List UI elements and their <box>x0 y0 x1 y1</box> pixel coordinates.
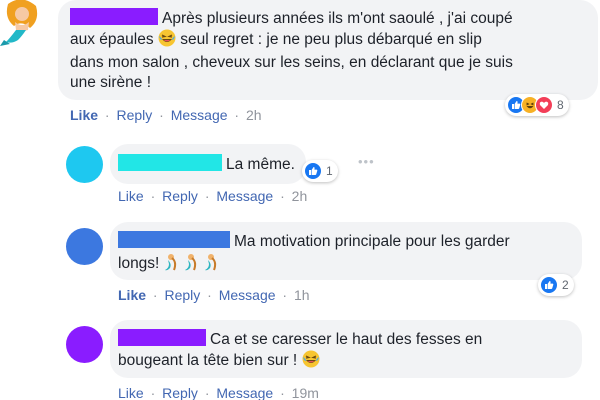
avatar[interactable] <box>66 228 103 265</box>
reply-link[interactable]: Reply <box>116 107 152 123</box>
separator: · <box>207 287 212 303</box>
comment-text-line: Après plusieurs années ils m'ont saoulé … <box>162 10 513 27</box>
comment-text-line: bougeant la tête bien sur ! <box>118 352 298 369</box>
separator: · <box>150 385 156 400</box>
message-link[interactable]: Message <box>171 107 228 123</box>
comment-text-line: Ca et se caresser le haut des fesses en <box>210 331 483 348</box>
comment-4: Ca et se caresser le haut des fesses en … <box>0 318 600 400</box>
comment-1: Après plusieurs années ils m'ont saoulé … <box>0 0 600 130</box>
laughing-emoji-icon <box>158 29 176 53</box>
reply-link[interactable]: Reply <box>162 188 198 204</box>
reply-link[interactable]: Reply <box>164 287 200 303</box>
redacted-name[interactable] <box>70 8 158 25</box>
separator: · <box>104 107 110 123</box>
reply-link[interactable]: Reply <box>162 385 198 400</box>
comment-actions: Like · Reply · Message · 19m <box>118 385 319 400</box>
separator: · <box>204 188 210 204</box>
reaction-summary[interactable]: 1 <box>302 160 338 182</box>
separator: · <box>150 188 156 204</box>
comment-actions: Like · Reply · Message · 2h <box>70 107 262 123</box>
timestamp[interactable]: 2h <box>246 107 262 123</box>
mermaid-avatar[interactable] <box>0 0 44 46</box>
separator: · <box>152 287 158 303</box>
like-reaction-icon <box>304 162 322 180</box>
reaction-count: 1 <box>326 164 333 178</box>
avatar[interactable] <box>66 146 103 183</box>
reaction-summary[interactable]: 2 <box>538 274 574 296</box>
reaction-summary[interactable]: 8 <box>505 94 569 116</box>
avatar[interactable] <box>66 326 103 363</box>
comment-text-line: Ma motivation principale pour les garder <box>234 233 510 250</box>
reaction-count: 8 <box>557 98 564 112</box>
message-link[interactable]: Message <box>219 287 276 303</box>
comment-text-line: longs! <box>118 255 160 272</box>
comment-text-line: seul regret : je ne peu plus débarqué en… <box>180 31 482 48</box>
separator: · <box>280 385 285 400</box>
comment-2: La même. 1 ••• Like · Reply · Message · … <box>0 140 600 210</box>
redacted-name[interactable] <box>118 329 206 346</box>
like-link[interactable]: Like <box>70 107 98 123</box>
separator: · <box>280 188 285 204</box>
comment-bubble: La même. <box>110 144 306 184</box>
redacted-name[interactable] <box>118 154 222 171</box>
comment-actions: Like · Reply · Message · 2h <box>118 188 307 204</box>
comment-bubble: Après plusieurs années ils m'ont saoulé … <box>58 0 598 100</box>
mermaid-icon <box>164 252 224 278</box>
like-link[interactable]: Like <box>118 287 146 303</box>
laughing-emoji-icon <box>302 350 320 374</box>
like-link[interactable]: Like <box>118 188 144 204</box>
comment-text-line: dans mon salon , cheveux sur les seins, … <box>70 54 513 71</box>
separator: · <box>159 107 164 123</box>
timestamp[interactable]: 2h <box>292 188 308 204</box>
like-link[interactable]: Like <box>118 385 144 400</box>
comment-bubble: Ca et se caresser le haut des fesses en … <box>110 320 582 378</box>
comment-actions: Like · Reply · Message · 1h <box>118 287 310 303</box>
more-options-icon[interactable]: ••• <box>358 154 375 169</box>
message-link[interactable]: Message <box>216 385 273 400</box>
comment-text-line: La même. <box>226 156 295 173</box>
reaction-count: 2 <box>562 278 569 292</box>
timestamp[interactable]: 1h <box>294 287 310 303</box>
like-reaction-icon <box>540 276 558 294</box>
love-reaction-icon <box>535 96 553 114</box>
comment-bubble: Ma motivation principale pour les garder… <box>110 222 582 280</box>
separator: · <box>234 107 240 123</box>
message-link[interactable]: Message <box>216 188 273 204</box>
comment-3: Ma motivation principale pour les garder… <box>0 220 600 310</box>
comment-text-line: aux épaules <box>70 31 154 48</box>
redacted-name[interactable] <box>118 231 230 248</box>
timestamp[interactable]: 19m <box>292 385 319 400</box>
separator: · <box>282 287 288 303</box>
comment-text-line: une sirène ! <box>70 74 151 91</box>
separator: · <box>204 385 210 400</box>
